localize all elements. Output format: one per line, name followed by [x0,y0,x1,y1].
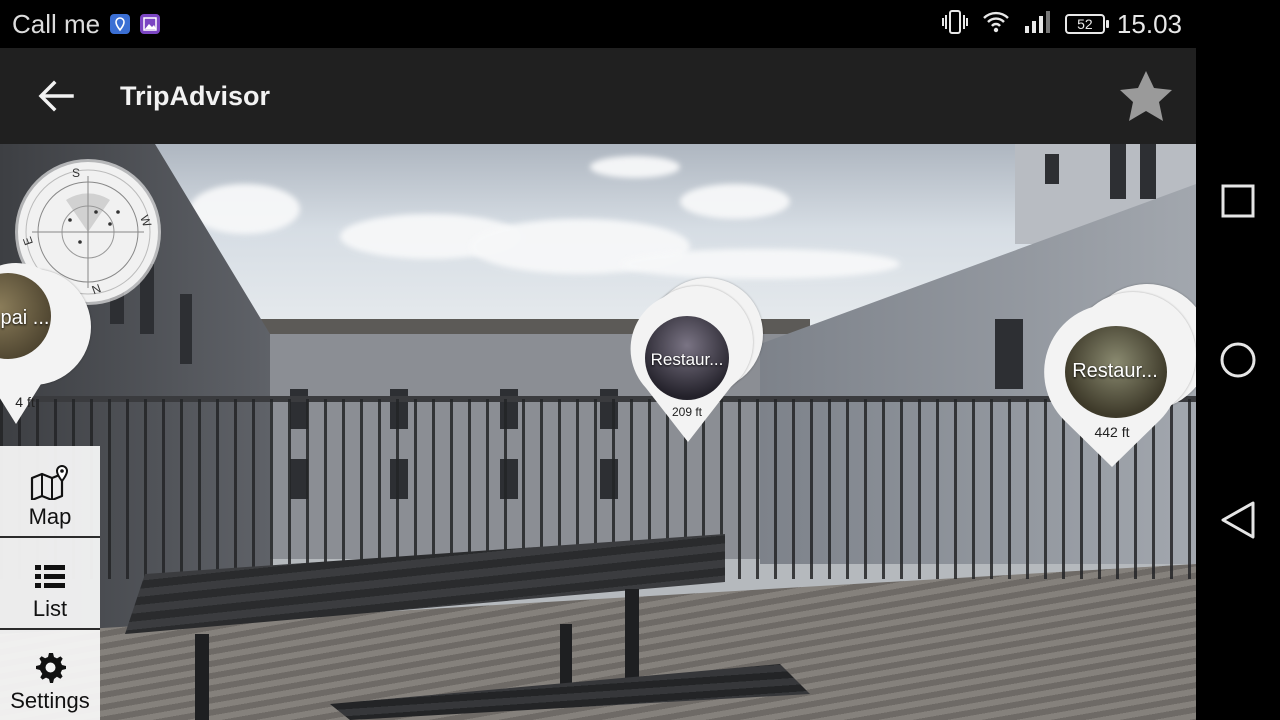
back-nav-button[interactable] [1213,495,1263,545]
app-bar: TripAdvisor [0,48,1196,144]
location-icon [110,14,131,34]
recents-button[interactable] [1213,176,1263,226]
settings-button[interactable]: Settings [0,630,100,720]
wifi-icon [981,9,1011,40]
home-button[interactable] [1213,335,1263,385]
navigation-bar [1196,0,1280,720]
vibrate-icon [941,9,969,40]
cloud [620,249,900,279]
window [180,294,192,364]
gallery-icon [140,14,161,34]
map-icon [30,464,69,500]
list-button[interactable]: List [0,538,100,628]
poi-title: Restaur... [1072,360,1158,382]
clock: 15.03 [1116,8,1182,39]
settings-label: Settings [10,688,90,713]
home-icon [1220,342,1256,378]
window [1045,154,1059,184]
table-leg [560,624,572,684]
window [995,319,1023,389]
carrier-label: Call me [12,8,101,39]
poi-distance: 4 ft [15,394,35,410]
poi-distance: 209 ft [671,405,703,419]
battery-icon: 52 [1064,14,1109,34]
list-icon [35,565,65,588]
gear-icon [36,653,66,683]
poi-marker[interactable]: Restaur... 209 ft [625,276,765,446]
map-button[interactable]: Map [0,446,100,536]
window [1110,144,1126,199]
cloud [590,156,680,178]
camera-view[interactable]: S W N E pai ... 4 ft Restaur... 209 ft R… [0,144,1196,720]
status-bar: Call me 52 15.03 [0,0,1196,48]
window [1140,144,1156,199]
table-leg [195,634,209,720]
poi-title: Restaur... [650,350,724,369]
back-icon [1221,501,1255,539]
cloud [190,184,300,234]
star-icon [1120,71,1172,121]
status-left: Call me [12,0,161,48]
compass-label-s: S [72,166,81,180]
cloud [680,184,790,219]
poi-marker[interactable]: pai ... 4 ft [0,259,95,439]
poi-marker[interactable]: Restaur... 442 ft [1040,284,1196,469]
table-leg [625,589,639,684]
signal-icon [1023,9,1053,40]
page-title: TripAdvisor [120,81,271,111]
back-button[interactable] [28,72,84,120]
map-label: Map [28,504,72,529]
list-label: List [32,596,68,621]
side-menu: Map List Settings [0,446,100,720]
favorite-button[interactable] [1116,66,1176,126]
arrow-left-icon [38,80,74,112]
poi-distance: 442 ft [1094,424,1130,440]
poi-title: pai ... [0,307,50,329]
recents-icon [1221,184,1255,218]
status-right: 52 15.03 [941,0,1182,48]
